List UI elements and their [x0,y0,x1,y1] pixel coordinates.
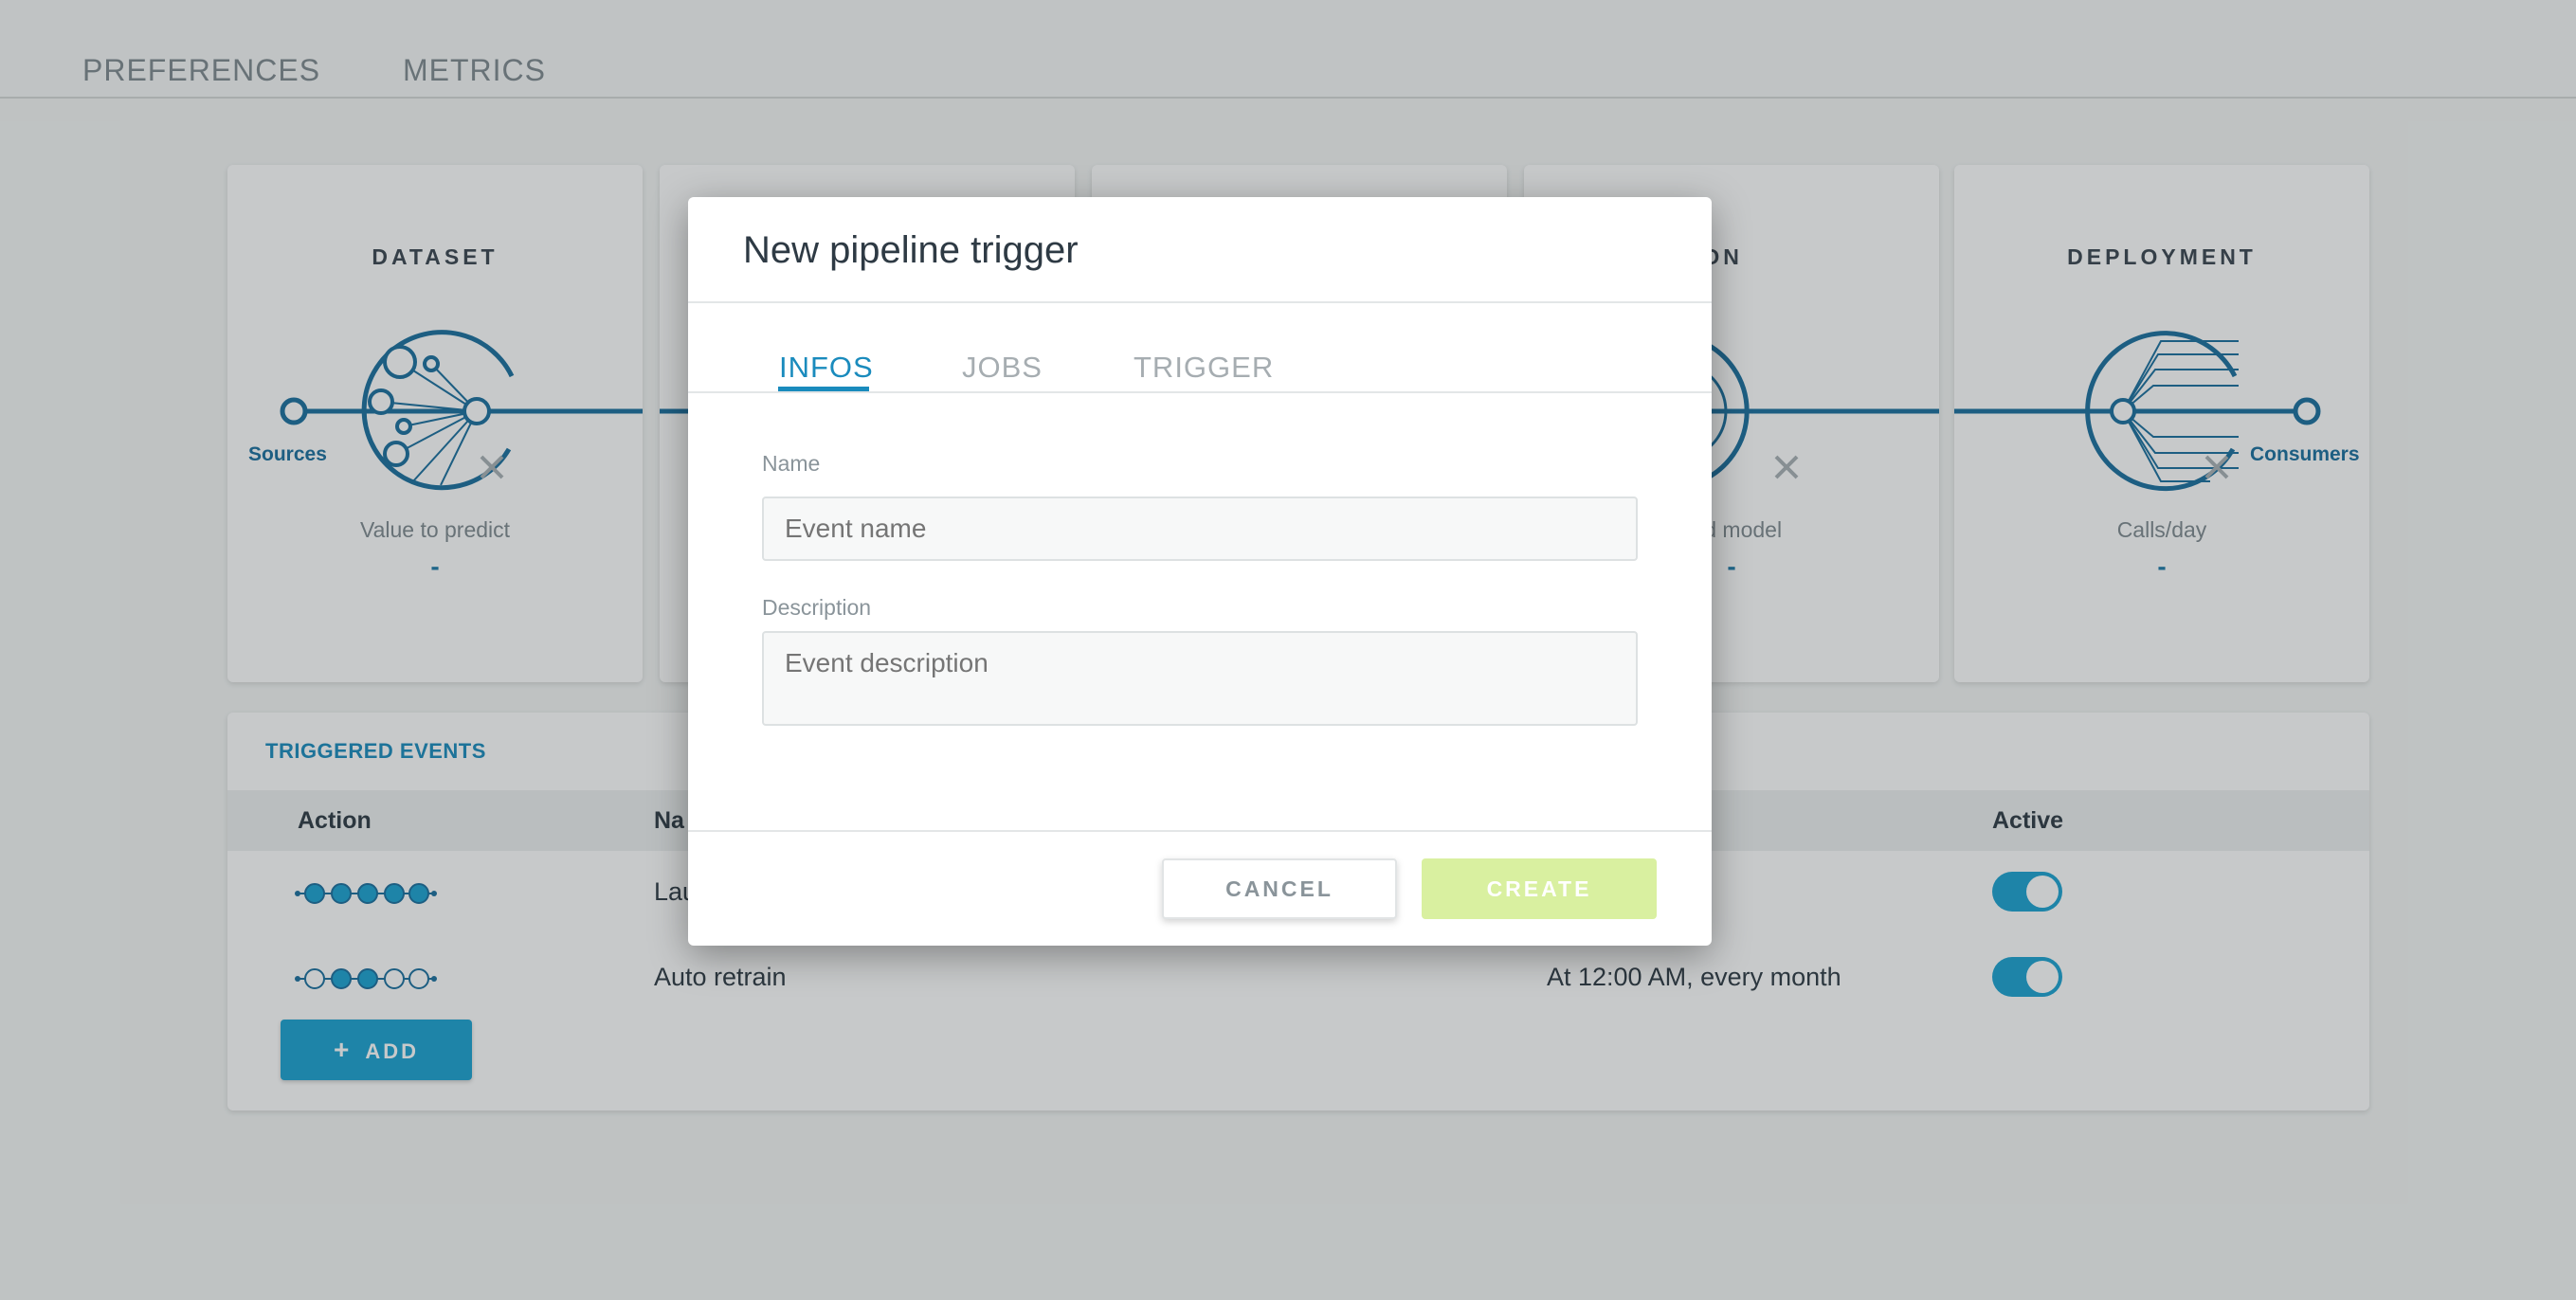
name-label: Name [762,451,821,476]
modal-footer-divider [688,830,1712,832]
tab-trigger[interactable]: TRIGGER [1134,351,1274,385]
modal-header-divider [688,301,1712,303]
create-button[interactable]: CREATE [1422,858,1657,919]
tab-jobs[interactable]: JOBS [962,351,1043,385]
modal-title: New pipeline trigger [743,229,1079,271]
new-trigger-modal: New pipeline trigger INFOS JOBS TRIGGER … [688,197,1712,946]
cancel-button[interactable]: CANCEL [1162,858,1397,919]
event-description-input[interactable] [762,631,1638,726]
tab-infos[interactable]: INFOS [779,351,874,385]
description-label: Description [762,595,872,620]
event-name-input[interactable] [762,497,1638,561]
tabs-divider [688,391,1712,393]
